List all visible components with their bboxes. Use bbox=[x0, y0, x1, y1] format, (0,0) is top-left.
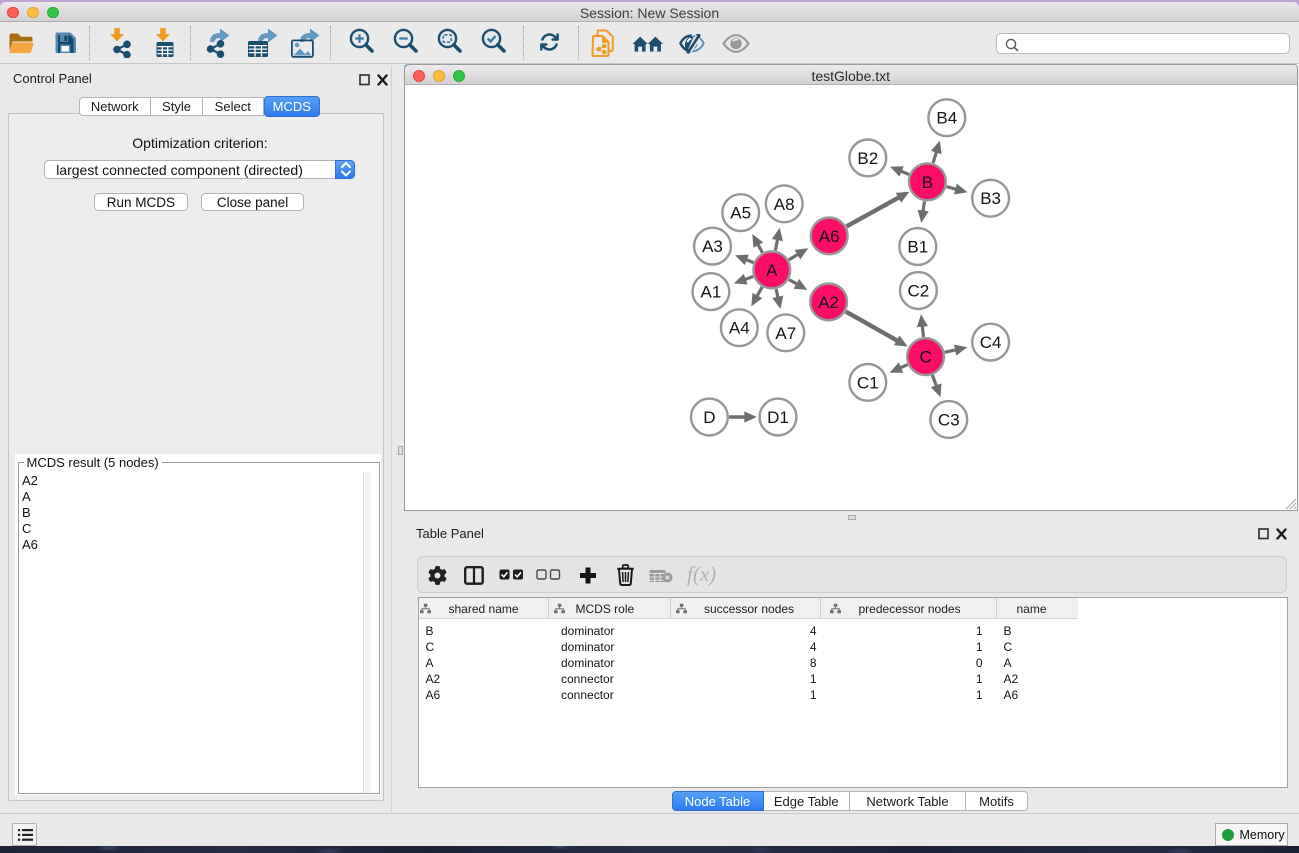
svg-text:C2: C2 bbox=[908, 282, 930, 301]
svg-text:B3: B3 bbox=[980, 189, 1001, 208]
svg-text:A3: A3 bbox=[702, 237, 723, 256]
svg-text:C: C bbox=[919, 348, 931, 367]
svg-text:D1: D1 bbox=[767, 408, 789, 427]
svg-text:A2: A2 bbox=[818, 293, 839, 312]
svg-text:C3: C3 bbox=[938, 411, 960, 430]
svg-text:B4: B4 bbox=[936, 109, 957, 128]
svg-text:D: D bbox=[703, 408, 715, 427]
svg-text:A: A bbox=[766, 261, 778, 280]
svg-text:A4: A4 bbox=[729, 319, 750, 338]
svg-text:B2: B2 bbox=[857, 149, 878, 168]
svg-text:B1: B1 bbox=[907, 238, 928, 257]
svg-text:A1: A1 bbox=[701, 283, 722, 302]
svg-text:C1: C1 bbox=[857, 373, 879, 392]
svg-text:A7: A7 bbox=[775, 324, 796, 343]
svg-text:B: B bbox=[922, 173, 933, 192]
svg-text:A5: A5 bbox=[730, 204, 751, 223]
svg-text:C4: C4 bbox=[980, 333, 1002, 352]
svg-text:A6: A6 bbox=[819, 227, 840, 246]
svg-text:A8: A8 bbox=[774, 195, 795, 214]
